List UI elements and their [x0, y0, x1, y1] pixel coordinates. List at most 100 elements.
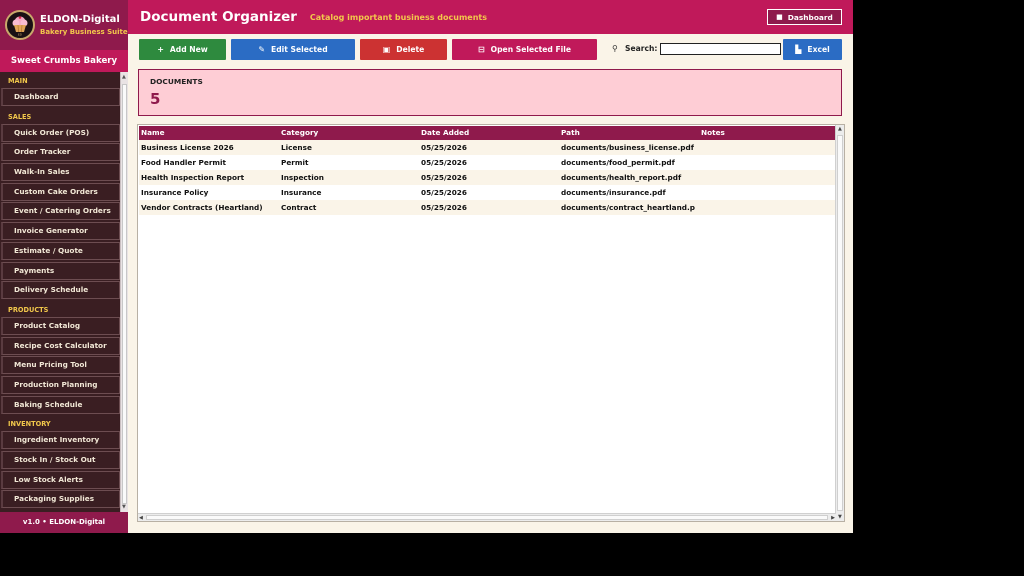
page-subtitle: Catalog important business documents: [309, 12, 487, 22]
documents-summary-label: DOCUMENTS: [150, 77, 203, 86]
sidebar-item-menu-pricing-tool[interactable]: Menu Pricing Tool: [1, 356, 120, 375]
cell-notes: [701, 185, 831, 200]
search-label: Search:: [625, 44, 658, 53]
scroll-down-arrow-icon[interactable]: ▼: [838, 514, 842, 520]
documents-table: Name Category Date Added Path Notes Busi…: [137, 124, 845, 522]
table-row[interactable]: Vendor Contracts (Heartland) Contract 05…: [139, 200, 836, 215]
column-header-path[interactable]: Path: [561, 126, 580, 140]
page-title: Document Organizer: [140, 9, 297, 25]
dashboard-button-label: Dashboard: [787, 12, 833, 22]
column-header-notes[interactable]: Notes: [701, 126, 725, 140]
scroll-up-arrow-icon[interactable]: ▲: [122, 74, 126, 80]
sidebar-scroll-thumb[interactable]: [122, 84, 127, 504]
scroll-right-arrow-icon[interactable]: ▶: [831, 515, 835, 521]
sidebar-item-baking-schedule[interactable]: Baking Schedule: [1, 395, 120, 414]
scroll-left-arrow-icon[interactable]: ◀: [139, 515, 143, 521]
table-row[interactable]: Insurance Policy Insurance 05/25/2026 do…: [139, 185, 836, 200]
pencil-icon: ✎: [258, 45, 266, 54]
brand-header: ED ELDON-Digital Bakery Business Suite: [0, 0, 128, 50]
documents-summary-card: DOCUMENTS 5: [138, 69, 842, 116]
cell-name: Vendor Contracts (Heartland): [141, 203, 263, 212]
sidebar-nav: MAIN Dashboard SALES Quick Order (POS) Order…: [0, 72, 128, 512]
folder-open-icon: ⊟: [477, 45, 485, 54]
sidebar-scrollbar[interactable]: ▲ ▼: [120, 72, 128, 512]
sidebar-item-invoice-generator[interactable]: Invoice Generator: [1, 222, 120, 241]
table-row[interactable]: Business License 2026 License 05/25/2026…: [139, 140, 836, 155]
cell-path: documents/business_license.pdf: [561, 143, 694, 152]
add-new-label: Add New: [169, 45, 208, 54]
cell-date-added: 05/25/2026: [421, 158, 467, 167]
cell-notes: [701, 170, 831, 185]
plus-icon: +: [157, 45, 164, 54]
toolbar: + Add New ✎ Edit Selected ▣ Delete ⊟ Ope…: [128, 39, 853, 60]
trash-icon: ▣: [382, 45, 391, 54]
cell-notes: [701, 140, 831, 155]
table-header: Name Category Date Added Path Notes: [139, 126, 836, 140]
sidebar-item-payments[interactable]: Payments: [1, 261, 120, 280]
sidebar-item-stock-in-stock-out[interactable]: Stock In / Stock Out: [1, 451, 120, 469]
excel-export-button[interactable]: ▙ Excel: [783, 39, 842, 60]
sidebar-section-sales: SALES: [8, 112, 32, 121]
cell-date-added: 05/25/2026: [421, 188, 467, 197]
sidebar-item-estimate-quote[interactable]: Estimate / Quote: [1, 241, 120, 260]
sidebar: ED ELDON-Digital Bakery Business Suite S…: [0, 0, 128, 533]
cell-category: Permit: [281, 158, 309, 167]
chart-icon: ▙: [795, 45, 802, 54]
sidebar-item-product-catalog[interactable]: Product Catalog: [1, 316, 120, 335]
sidebar-item-event-catering-orders[interactable]: Event / Catering Orders: [1, 202, 120, 221]
open-selected-file-button[interactable]: ⊟ Open Selected File: [452, 39, 597, 60]
column-header-category[interactable]: Category: [281, 126, 318, 140]
sidebar-item-recipe-cost-calculator[interactable]: Recipe Cost Calculator: [1, 336, 120, 355]
sidebar-item-custom-cake-orders[interactable]: Custom Cake Orders: [1, 182, 120, 201]
table-horizontal-scrollbar[interactable]: ◀ ▶: [138, 513, 836, 521]
cell-date-added: 05/25/2026: [421, 203, 467, 212]
scroll-down-arrow-icon[interactable]: ▼: [122, 504, 126, 510]
table-vertical-scroll-thumb[interactable]: [837, 135, 843, 511]
table-vertical-scrollbar[interactable]: ▲ ▼: [835, 125, 844, 521]
dashboard-button[interactable]: ■ Dashboard: [767, 9, 842, 25]
search-icon: ⚲: [612, 44, 618, 53]
sidebar-item-walk-in-sales[interactable]: Walk-In Sales: [1, 163, 120, 182]
table-row[interactable]: Food Handler Permit Permit 05/25/2026 do…: [139, 155, 836, 170]
sidebar-item-low-stock-alerts[interactable]: Low Stock Alerts: [1, 470, 120, 489]
sidebar-item-order-tracker[interactable]: Order Tracker: [1, 143, 120, 162]
sidebar-section-products: PRODUCTS: [8, 305, 49, 314]
cell-path: documents/insurance.pdf: [561, 188, 666, 197]
logo-badge: ED: [18, 33, 23, 37]
cell-category: Inspection: [281, 173, 324, 182]
table-row[interactable]: Health Inspection Report Inspection 05/2…: [139, 170, 836, 185]
home-icon: ■: [776, 13, 783, 21]
edit-selected-label: Edit Selected: [271, 45, 328, 54]
sidebar-section-inventory: INVENTORY: [8, 420, 51, 429]
cell-name: Health Inspection Report: [141, 173, 245, 182]
cupcake-logo-icon: ED: [5, 10, 35, 40]
delete-label: Delete: [396, 45, 425, 54]
page-header: Document Organizer Catalog important bus…: [128, 0, 853, 34]
sidebar-item-production-planning[interactable]: Production Planning: [1, 375, 120, 394]
version-footer: v1.0 • ELDON-Digital: [0, 512, 128, 533]
sidebar-section-main: MAIN: [8, 77, 28, 85]
sidebar-item-packaging-supplies[interactable]: Packaging Supplies: [1, 490, 120, 509]
table-horizontal-scroll-thumb[interactable]: [146, 515, 828, 520]
cell-path: documents/health_report.pdf: [561, 173, 682, 182]
column-header-date-added[interactable]: Date Added: [421, 126, 469, 140]
sidebar-item-dashboard[interactable]: Dashboard: [1, 88, 120, 106]
brand-name: ELDON-Digital: [40, 14, 120, 25]
edit-selected-button[interactable]: ✎ Edit Selected: [231, 39, 355, 60]
add-new-button[interactable]: + Add New: [139, 39, 226, 60]
scroll-up-arrow-icon[interactable]: ▲: [838, 126, 842, 132]
sidebar-item-quick-order-pos[interactable]: Quick Order (POS): [1, 123, 120, 142]
search-input[interactable]: [660, 43, 781, 55]
sidebar-item-ingredient-inventory[interactable]: Ingredient Inventory: [1, 431, 120, 450]
cell-date-added: 05/25/2026: [421, 173, 467, 182]
cell-category: License: [281, 143, 312, 152]
delete-button[interactable]: ▣ Delete: [360, 39, 447, 60]
cell-category: Insurance: [281, 188, 322, 197]
cell-name: Business License 2026: [141, 143, 234, 152]
desktop-background: [853, 0, 1024, 576]
column-header-name[interactable]: Name: [141, 126, 165, 140]
sidebar-item-delivery-schedule[interactable]: Delivery Schedule: [1, 281, 120, 300]
cell-date-added: 05/25/2026: [421, 143, 467, 152]
cell-name: Food Handler Permit: [141, 158, 227, 167]
cell-category: Contract: [281, 203, 317, 212]
